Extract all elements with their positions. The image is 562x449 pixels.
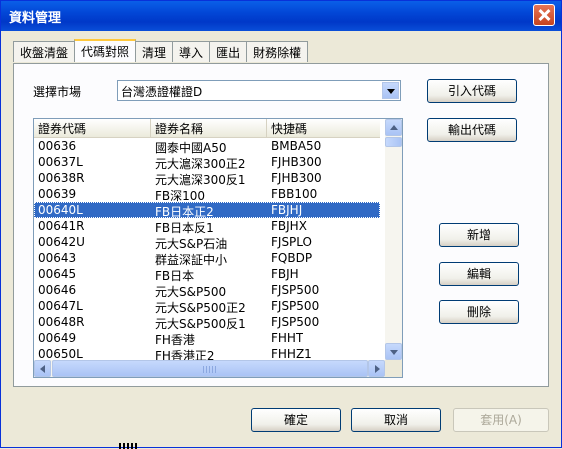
dialog-window: 資料管理 收盤清盤 代碼對照 清理 導入 匯出 財務除權 選擇市場 台灣憑證權證… [0,0,562,449]
cell-shortcut: FJHB300 [271,155,322,169]
scroll-right-button[interactable] [368,360,385,377]
column-header-code[interactable]: 證券代碼 [34,119,151,137]
arrow-left-icon [40,365,45,373]
apply-button[interactable]: 套用(A) [453,408,549,432]
cell-code: 00645 [38,267,77,281]
tab-ex-rights[interactable]: 財務除權 [246,41,309,62]
cell-shortcut: FBJHX [271,219,307,233]
cell-code: 00647L [38,299,83,313]
cell-shortcut: FQBDP [271,251,313,265]
tab-strip: 收盤清盤 代碼對照 清理 導入 匯出 財務除權 [13,39,309,63]
cell-code: 00637L [38,155,83,169]
tab-export[interactable]: 匯出 [209,41,248,62]
cell-code: 00641R [38,219,85,233]
table-row[interactable]: 00648R 元大S&P500反1 FJSP500 [34,314,380,331]
table-row[interactable]: 00640L FB日本正2 FBJHJ [34,202,380,219]
table-row[interactable]: 00636 國泰中國A50 BMBA50 [34,138,380,155]
table-row[interactable]: 00641R FB日本反1 FBJHX [34,218,380,235]
vertical-scroll-thumb[interactable] [385,137,402,147]
tab-import[interactable]: 導入 [172,41,211,62]
market-select-value: 台灣憑證權證D [121,85,203,99]
window-title: 資料管理 [9,11,62,26]
cell-code: 00643 [38,251,77,265]
cell-shortcut: FJSP500 [271,299,320,313]
cell-shortcut: FJHB300 [271,171,322,185]
market-select[interactable]: 台灣憑證權證D [117,80,401,101]
cell-code: 00650L [38,347,83,360]
table-row[interactable]: 00647L 元大S&P500正2 FJSP500 [34,298,380,315]
cell-shortcut: FJSP500 [271,283,320,297]
list-header: 證券代碼 證券名稱 快捷碼 [34,119,380,138]
table-row[interactable]: 00638R 元大滬深300反1 FJHB300 [34,170,380,187]
list-body: 00636 國泰中國A50 BMBA50 00637L 元大滬深300正2 FJHB300… [34,138,380,360]
chevron-down-icon[interactable] [382,82,399,99]
ok-button[interactable]: 確定 [251,408,341,432]
cell-code: 00642U [38,235,85,249]
table-row[interactable]: 00639 FB深100 FBB100 [34,186,380,203]
horizontal-scrollbar[interactable] [34,360,385,377]
scrollbar-corner [385,360,402,377]
scroll-down-button[interactable] [385,343,402,360]
scroll-left-button[interactable] [34,360,51,377]
cell-code: 00636 [38,139,77,153]
cell-code: 00649 [38,331,77,345]
table-row[interactable]: 00650L FH香港正2 FHHZ1 [34,346,380,360]
arrow-up-icon [390,125,398,130]
tab-cleanup[interactable]: 清理 [135,41,174,62]
cell-code: 00648R [38,315,85,329]
market-label: 選擇市場 [33,85,82,99]
import-code-button[interactable]: 引入代碼 [427,79,517,103]
tab-code-mapping[interactable]: 代碼對照 [74,39,137,62]
column-header-shortcut[interactable]: 快捷碼 [267,119,380,137]
title-bar[interactable]: 資料管理 [1,1,561,31]
grip-icon [203,366,217,373]
cell-shortcut: BMBA50 [271,139,322,153]
table-row[interactable]: 00645 FB日本 FBJH [34,266,380,283]
cell-code: 00638R [38,171,85,185]
code-list[interactable]: 證券代碼 證券名稱 快捷碼 00636 國泰中國A50 BMBA50 00637L 元大… [33,118,403,378]
vertical-scrollbar[interactable] [385,119,402,360]
cell-shortcut: FBJH [271,267,299,281]
cell-shortcut: FJSP500 [271,315,320,329]
table-row[interactable]: 00643 群益深証中小 FQBDP [34,250,380,267]
arrow-down-icon [390,350,398,355]
cell-shortcut: FHHT [271,331,304,345]
cell-code: 00639 [38,187,77,201]
table-row[interactable]: 00642U 元大S&P石油 FJSPLO [34,234,380,251]
tab-close-clear[interactable]: 收盤清盤 [13,41,76,62]
column-header-name[interactable]: 證券名稱 [151,119,267,137]
cancel-button[interactable]: 取消 [351,408,441,432]
horizontal-scroll-thumb[interactable] [52,360,368,377]
cell-shortcut: FBJHJ [271,203,303,217]
background-fragment [119,443,139,449]
scroll-up-button[interactable] [385,119,402,136]
table-row[interactable]: 00649 FH香港 FHHT [34,330,380,347]
cell-name: FH香港正2 [155,349,215,360]
cell-shortcut: FJSPLO [271,235,312,249]
cell-shortcut: FHHZ1 [271,347,312,360]
arrow-right-icon [375,365,380,373]
edit-button[interactable]: 編輯 [439,262,519,286]
table-row[interactable]: 00646 元大S&P500 FJSP500 [34,282,380,299]
export-code-button[interactable]: 輸出代碼 [427,118,517,142]
add-button[interactable]: 新增 [439,223,519,247]
close-icon[interactable] [533,4,555,26]
cell-shortcut: FBB100 [271,187,318,201]
delete-button[interactable]: 刪除 [439,300,519,324]
cell-code: 00646 [38,283,77,297]
table-row[interactable]: 00637L 元大滬深300正2 FJHB300 [34,154,380,171]
cell-code: 00640L [38,203,83,217]
